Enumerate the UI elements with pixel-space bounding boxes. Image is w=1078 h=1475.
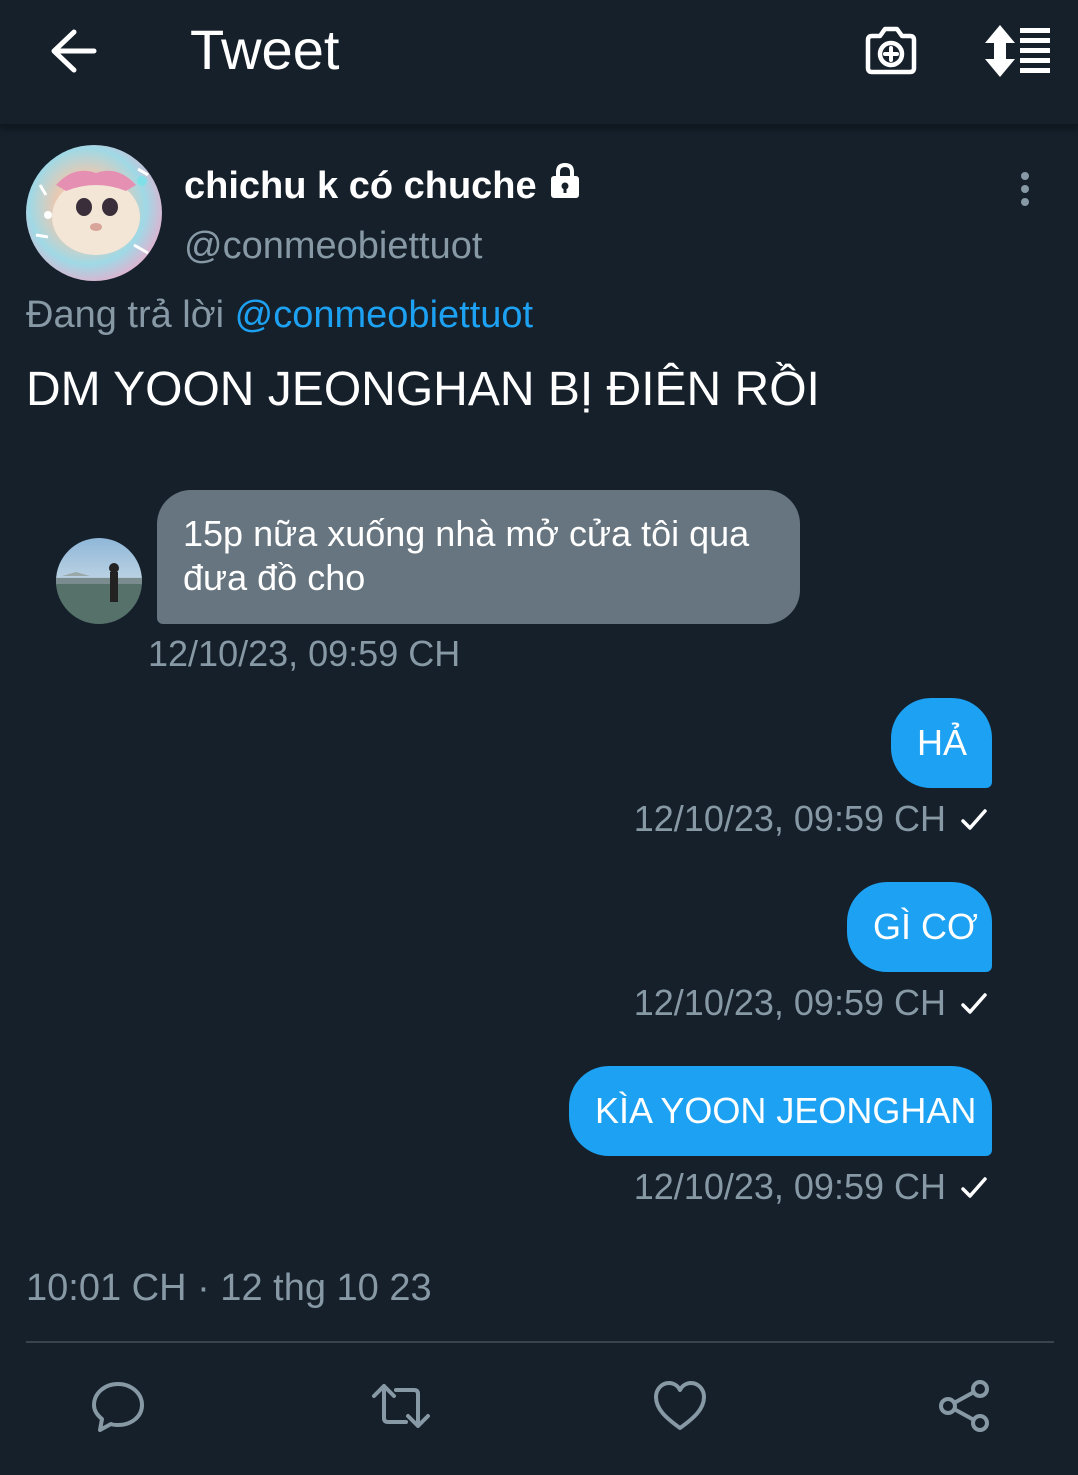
outgoing-message-time: 12/10/23, 09:59 CH [634, 1165, 988, 1209]
reply-icon [92, 1382, 144, 1432]
sort-list-icon [985, 25, 1050, 77]
outgoing-message-time: 12/10/23, 09:59 CH [634, 797, 988, 841]
sent-check-icon [961, 1177, 987, 1198]
add-photo-button[interactable] [860, 20, 922, 82]
outgoing-message-bubble: HẢ [891, 698, 992, 788]
like-button[interactable] [652, 1378, 708, 1434]
sent-check-icon [961, 993, 987, 1014]
author-avatar[interactable] [26, 145, 162, 281]
replying-prefix: Đang trả lời [26, 294, 225, 336]
share-icon [939, 1380, 989, 1432]
replying-to: Đang trả lời @conmeobiettuot [26, 290, 533, 340]
share-button[interactable] [936, 1378, 992, 1434]
tweet-timestamp: 10:01 CH · 12 thg 10 23 [26, 1267, 432, 1309]
reply-button[interactable] [90, 1378, 146, 1434]
back-button[interactable] [44, 22, 104, 80]
message-time-text: 12/10/23, 09:59 CH [633, 982, 946, 1023]
more-vertical-icon [1021, 172, 1029, 206]
retweet-icon [372, 1384, 430, 1428]
sent-check-icon [961, 809, 987, 830]
incoming-message-bubble: 15p nữa xuống nhà mở cửa tôi qua đưa đồ … [157, 490, 800, 624]
top-bar: Tweet [0, 0, 1078, 126]
divider [26, 1341, 1054, 1343]
author-display-name[interactable]: chichu k có chuche [184, 160, 585, 210]
like-icon [654, 1381, 706, 1430]
page-title: Tweet [190, 18, 340, 81]
tweet-text: DM YOON JEONGHAN BỊ ĐIÊN RỒI [26, 363, 820, 416]
add-photo-camera-icon [865, 26, 917, 75]
message-time-text: 12/10/23, 09:59 CH [633, 798, 946, 839]
author-display-name-text: chichu k có chuche [184, 165, 537, 207]
retweet-button[interactable] [370, 1378, 432, 1434]
more-options-button[interactable] [1008, 170, 1042, 210]
back-arrow-icon [51, 29, 97, 73]
dm-contact-avatar [56, 538, 142, 624]
message-time-text: 12/10/23, 09:59 CH [633, 1166, 946, 1207]
replying-to-link[interactable]: @conmeobiettuot [235, 294, 533, 336]
incoming-message-time: 12/10/23, 09:59 CH [148, 633, 461, 674]
sort-button[interactable] [982, 22, 1054, 80]
author-handle: @conmeobiettuot [184, 225, 483, 267]
cat-photo-image [35, 167, 149, 255]
outgoing-message-bubble: GÌ CƠ [847, 882, 992, 972]
lock-icon [550, 162, 579, 198]
contact-photo-image [56, 563, 142, 624]
outgoing-message-bubble: KÌA YOON JEONGHAN [569, 1066, 992, 1156]
outgoing-message-time: 12/10/23, 09:59 CH [634, 981, 988, 1025]
